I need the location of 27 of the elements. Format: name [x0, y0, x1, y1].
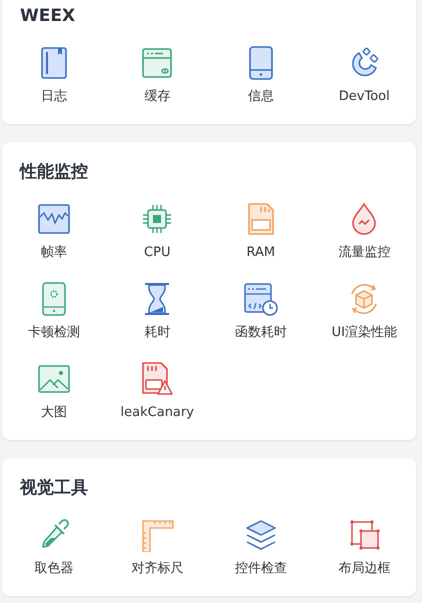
waveform-icon[interactable]: [36, 202, 71, 236]
tool-label: 控件检查: [234, 560, 287, 578]
code-window-clock-icon[interactable]: [244, 282, 278, 316]
tool-label: 流量监控: [338, 244, 390, 262]
ruler-icon[interactable]: [140, 518, 174, 552]
tool-label: UI渲染性能: [332, 324, 397, 342]
tool-label: 取色器: [34, 560, 74, 578]
tool-label: 卡顿检测: [28, 324, 80, 342]
layers-icon[interactable]: [244, 518, 278, 552]
section-title: 视觉工具: [18, 478, 88, 498]
memory-card-warning-icon[interactable]: [140, 362, 174, 396]
tool-label: 缓存: [144, 88, 170, 106]
section-title: 性能监控: [18, 162, 88, 182]
tool-label: 布局边框: [338, 560, 390, 578]
tool-label: DevTool: [338, 88, 390, 106]
tool-label: RAM: [246, 244, 276, 262]
tool-label: CPU: [144, 244, 170, 262]
tool-label: 大图: [40, 404, 67, 422]
tool-label: 帧率: [40, 244, 67, 262]
tool-label: 信息: [248, 88, 274, 106]
tool-label: leakCanary: [120, 404, 194, 422]
section-title: WEEX: [19, 6, 76, 26]
storage-icon[interactable]: [140, 46, 174, 80]
tool-label: 日志: [40, 88, 67, 106]
tool-label: 耗时: [144, 324, 170, 342]
tool-label: 函数耗时: [234, 324, 287, 342]
tool-label: 对齐标尺: [131, 560, 184, 578]
